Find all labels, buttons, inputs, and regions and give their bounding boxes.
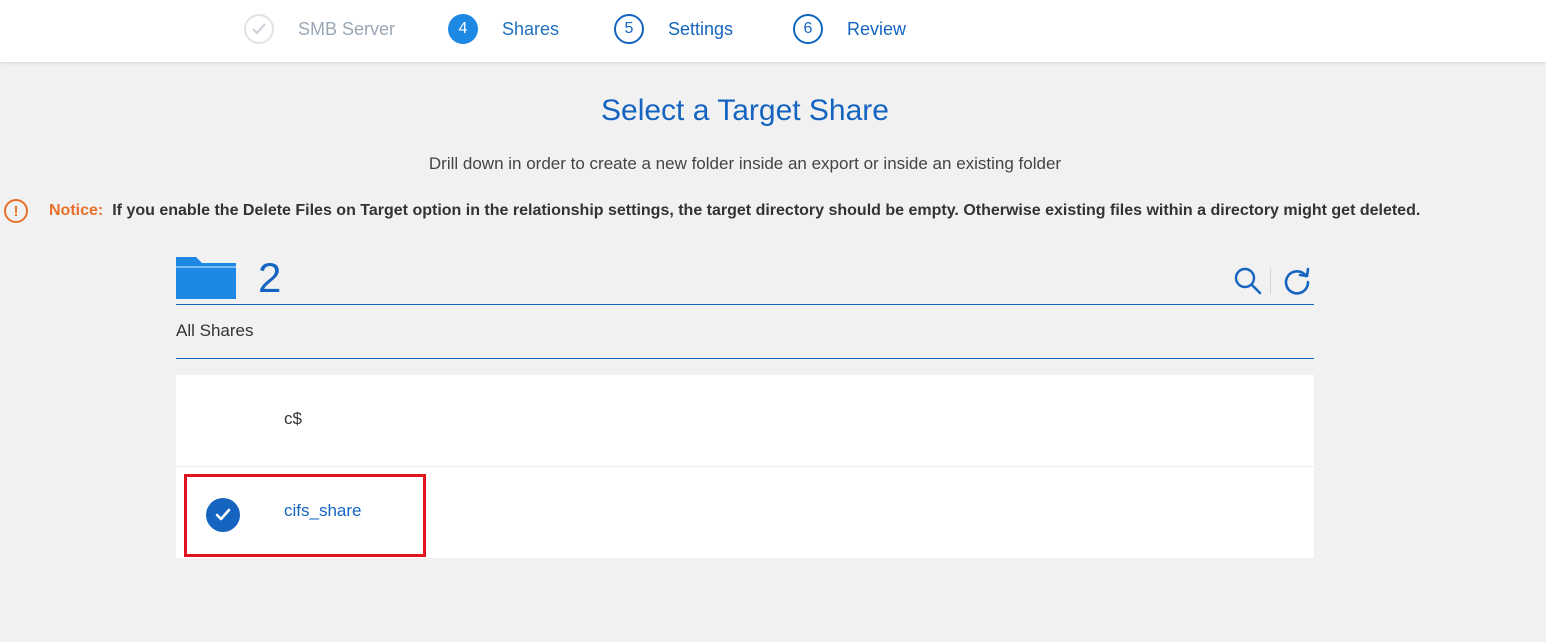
checkmark-icon [206, 498, 240, 532]
step-number: 4 [448, 14, 478, 44]
list-item[interactable]: c$ [176, 375, 1314, 467]
share-browser: 2 All Shares c$ cifs_share [176, 248, 1314, 558]
step-number: 5 [614, 14, 644, 44]
browser-header: 2 [176, 248, 1314, 305]
wizard-header: SMB Server 4 Shares 5 Settings 6 Review [0, 0, 1546, 62]
step-number: 6 [793, 14, 823, 44]
folder-icon [176, 257, 236, 299]
step-label: Settings [668, 18, 734, 39]
step-label: SMB Server [298, 18, 396, 39]
list-item[interactable]: cifs_share [176, 467, 1314, 558]
step-label: Review [847, 18, 907, 39]
share-list: c$ cifs_share [176, 375, 1314, 558]
page-subtitle: Drill down in order to create a new fold… [428, 154, 1062, 173]
step-review[interactable]: 6 Review [793, 12, 906, 46]
notice-label: Notice: [49, 202, 104, 219]
step-label: Shares [502, 18, 560, 39]
share-count: 2 [258, 254, 282, 301]
search-icon[interactable] [1234, 267, 1262, 295]
toolbar-divider [1270, 268, 1271, 294]
step-smb-server[interactable]: SMB Server [244, 12, 395, 46]
share-name: c$ [284, 409, 302, 428]
notice-text: If you enable the Delete Files on Target… [112, 202, 1421, 219]
step-shares[interactable]: 4 Shares [448, 12, 559, 46]
exclamation-icon: ! [4, 199, 28, 223]
page-title: Select a Target Share [601, 94, 889, 127]
share-name: cifs_share [284, 501, 362, 520]
notice-banner: ! Notice: If you enable the Delete Files… [4, 199, 1420, 223]
checkmark-icon [244, 14, 274, 44]
step-settings[interactable]: 5 Settings [614, 12, 733, 46]
refresh-icon[interactable] [1282, 266, 1312, 296]
breadcrumb[interactable]: All Shares [176, 305, 1314, 359]
